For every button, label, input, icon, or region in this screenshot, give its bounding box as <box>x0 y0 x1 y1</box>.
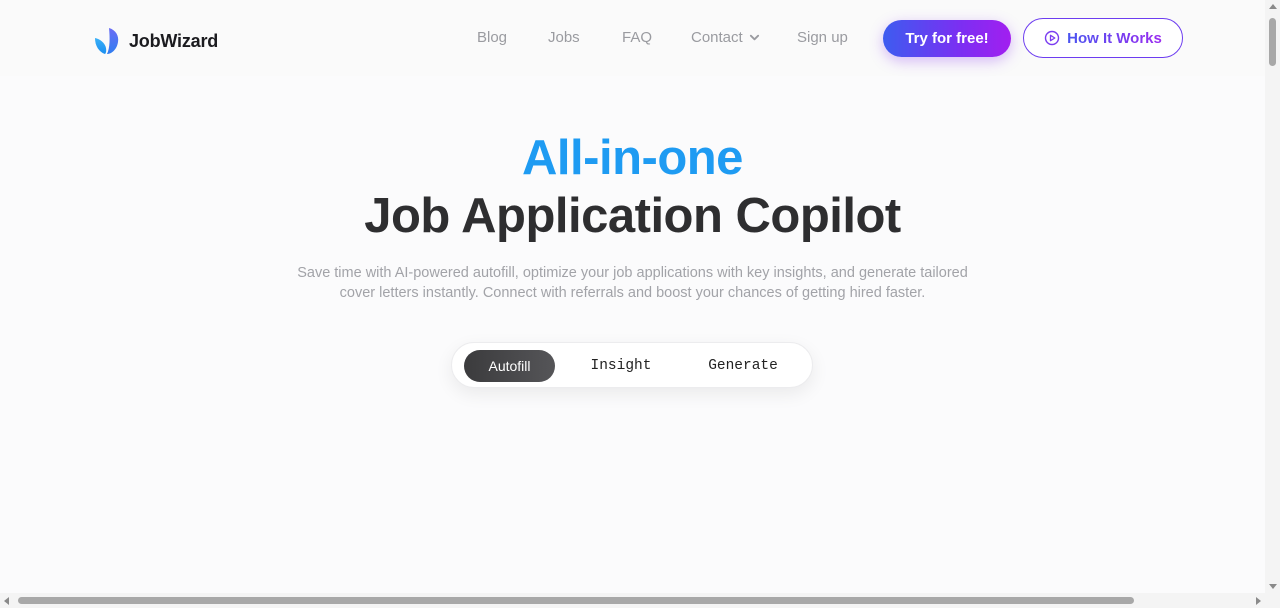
tab-autofill[interactable]: Autofill <box>464 350 555 382</box>
try-for-free-button[interactable]: Try for free! <box>883 20 1011 57</box>
tab-insight[interactable]: Insight <box>576 350 666 382</box>
tab-generate[interactable]: Generate <box>698 350 788 382</box>
scroll-down-arrow-icon[interactable] <box>1269 584 1277 589</box>
nav-blog[interactable]: Blog <box>477 29 507 46</box>
feature-tabs: Autofill Insight Generate <box>451 342 813 388</box>
vertical-scrollbar[interactable] <box>1265 0 1280 593</box>
hero-title-line2: Job Application Copilot <box>364 189 901 243</box>
nav-faq[interactable]: FAQ <box>622 29 652 46</box>
scroll-up-arrow-icon[interactable] <box>1269 4 1277 9</box>
header: JobWizard Blog Jobs FAQ Contact Sign up … <box>0 0 1265 76</box>
nav-contact-label: Contact <box>691 29 743 46</box>
horizontal-scrollbar[interactable] <box>0 593 1265 608</box>
hero-description: Save time with AI-powered autofill, opti… <box>297 265 968 301</box>
scroll-left-arrow-icon[interactable] <box>4 597 9 605</box>
how-it-works-label: How It Works <box>1067 29 1162 47</box>
play-circle-icon <box>1044 30 1060 46</box>
how-it-works-button[interactable]: How It Works <box>1023 18 1183 58</box>
scrollbar-corner <box>1265 593 1280 608</box>
scroll-right-arrow-icon[interactable] <box>1256 597 1261 605</box>
nav-sign-up[interactable]: Sign up <box>797 29 848 46</box>
nav-jobs[interactable]: Jobs <box>548 29 580 46</box>
vertical-scroll-thumb[interactable] <box>1269 18 1276 66</box>
chevron-down-icon <box>749 34 759 41</box>
page: JobWizard Blog Jobs FAQ Contact Sign up … <box>0 0 1265 593</box>
nav-contact[interactable]: Contact <box>691 29 760 46</box>
hero-title-line1: All-in-one <box>522 131 743 185</box>
horizontal-scroll-thumb[interactable] <box>18 597 1134 604</box>
